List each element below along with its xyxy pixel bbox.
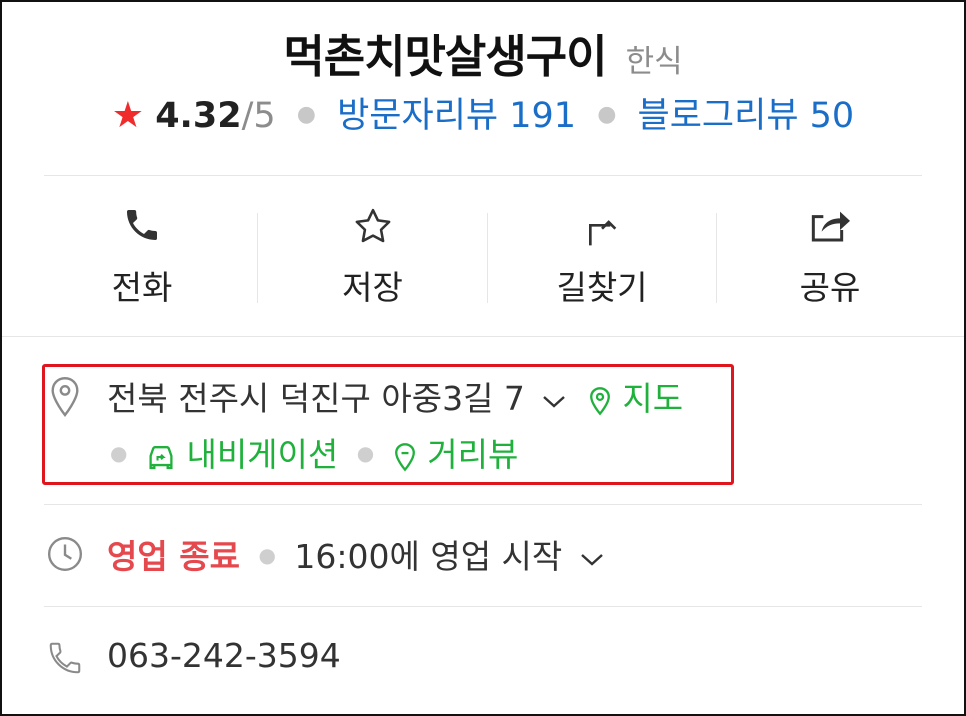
place-detail-card: 먹촌치맛살생구이 한식 ★ 4.32/5 ● 방문자리뷰 191 ● 블로그리뷰… xyxy=(0,0,966,716)
chevron-down-icon xyxy=(580,553,603,566)
share-icon xyxy=(811,211,850,242)
share-button[interactable]: 공유 xyxy=(717,177,943,335)
divider xyxy=(2,336,964,337)
rating-star-icon: ★ xyxy=(111,95,145,136)
share-label: 공유 xyxy=(799,268,861,307)
place-header: 먹촌치맛살생구이 한식 xyxy=(2,20,964,85)
highlight-annotation-box xyxy=(42,364,734,485)
clock-icon xyxy=(47,536,83,572)
rating-max: /5 xyxy=(241,96,276,136)
business-status: 영업 종료 xyxy=(107,537,240,576)
separator-dot: ● xyxy=(258,543,276,567)
phone-icon xyxy=(127,210,157,240)
place-category: 한식 xyxy=(625,44,683,80)
place-name: 먹촌치맛살생구이 xyxy=(283,30,607,83)
divider xyxy=(44,175,922,176)
visitor-reviews-link[interactable]: 방문자리뷰 191 xyxy=(337,96,576,136)
phone-number[interactable]: 063-242-3594 xyxy=(107,636,341,675)
rating-row: ★ 4.32/5 ● 방문자리뷰 191 ● 블로그리뷰 50 xyxy=(2,90,964,141)
action-bar: 전화 저장 길찾기 공유 xyxy=(2,177,964,335)
save-label: 저장 xyxy=(342,268,403,307)
save-button[interactable]: 저장 xyxy=(258,177,487,335)
phone-outline-icon xyxy=(49,642,81,674)
divider xyxy=(44,606,922,607)
divider xyxy=(44,504,922,505)
next-open-time: 16:00에 영업 시작 xyxy=(294,537,563,576)
call-button[interactable]: 전화 xyxy=(27,177,257,335)
blog-reviews-link[interactable]: 블로그리뷰 50 xyxy=(638,96,855,136)
separator-dot: ● xyxy=(296,102,316,127)
hours-row[interactable]: 영업 종료 ● 16:00에 영업 시작 xyxy=(107,530,605,578)
directions-arrow-icon xyxy=(589,220,617,246)
separator-dot: ● xyxy=(597,102,617,127)
directions-button[interactable]: 길찾기 xyxy=(488,177,716,335)
directions-label: 길찾기 xyxy=(556,268,648,307)
star-outline-icon xyxy=(355,208,390,243)
rating-score: 4.32 xyxy=(155,96,242,136)
call-label: 전화 xyxy=(111,268,173,307)
